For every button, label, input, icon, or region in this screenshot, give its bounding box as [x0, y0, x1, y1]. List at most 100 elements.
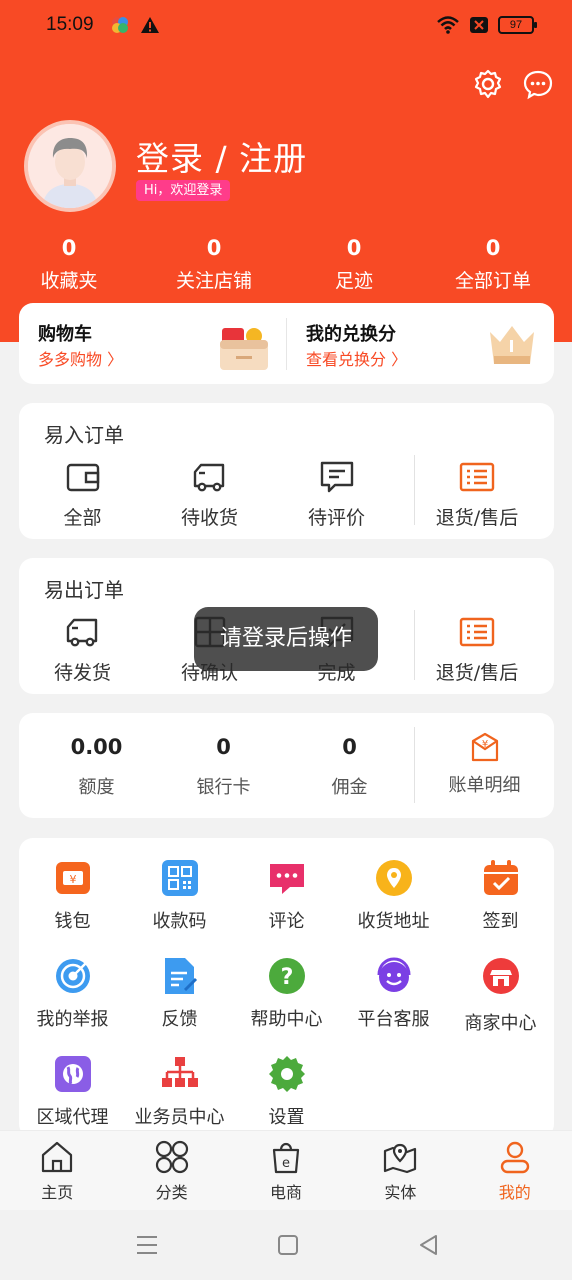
- cart-subtitle: 多多购物 〉: [38, 350, 124, 369]
- service-payment-code[interactable]: 收款码: [126, 856, 233, 954]
- battery-indicator: 97: [498, 16, 537, 34]
- globe-icon: [54, 1056, 91, 1092]
- order-pending-receipt[interactable]: 待收货: [146, 455, 273, 535]
- order-all[interactable]: 全部: [19, 455, 146, 535]
- stat-favorites[interactable]: 0 收藏夹: [0, 236, 138, 293]
- stat-footprints[interactable]: 0 足迹: [285, 236, 423, 293]
- tab-mine[interactable]: 我的: [458, 1131, 572, 1210]
- stat-label: 收藏夹: [40, 270, 98, 292]
- status-time: 15:09: [46, 14, 94, 35]
- service-label: 钱包: [54, 911, 91, 932]
- tab-category[interactable]: 分类: [114, 1131, 228, 1210]
- home-icon: [42, 1141, 73, 1173]
- stat-label: 全部订单: [454, 270, 531, 292]
- stat-value: 0: [346, 236, 362, 260]
- incoming-orders-card: 易入订单 全部 待收货 待评价 退货/售后: [19, 403, 554, 539]
- tab-label: 分类: [155, 1183, 188, 1202]
- order-label: 待评价: [307, 507, 365, 529]
- menu-icon[interactable]: [134, 1232, 160, 1258]
- tab-label: 电商: [269, 1183, 302, 1202]
- service-label: 设置: [268, 1107, 305, 1128]
- service-customer-service[interactable]: 平台客服: [340, 954, 447, 1052]
- stat-value: 0: [485, 236, 501, 260]
- wallet-commission[interactable]: 0 佣金: [286, 735, 413, 799]
- default-avatar-icon: [28, 124, 112, 208]
- no-sim-icon: [470, 17, 488, 33]
- tab-home[interactable]: 主页: [0, 1131, 114, 1210]
- points-subtitle: 查看兑换分 〉: [306, 350, 408, 369]
- service-feedback[interactable]: 反馈: [126, 954, 233, 1052]
- bill-details[interactable]: ¥ 账单明细: [415, 731, 554, 797]
- settings-gear-icon: [268, 1056, 305, 1092]
- login-required-toast: 请登录后操作: [194, 607, 378, 671]
- order-divider: [414, 455, 415, 525]
- wallet-summary-card: 0.00 额度 0 银行卡 0 佣金 ¥ 账单明细: [19, 713, 554, 818]
- wallet-label: 额度: [78, 777, 115, 798]
- order-pending-shipment[interactable]: 待发货: [19, 610, 146, 690]
- wallet-credit[interactable]: 0.00 额度: [33, 735, 160, 799]
- tab-ecommerce[interactable]: e 电商: [229, 1131, 343, 1210]
- wallet-outline-icon: [66, 463, 99, 492]
- tab-label: 实体: [384, 1183, 417, 1202]
- app-notification-icon: [112, 17, 128, 33]
- order-refund-aftersale[interactable]: 退货/售后: [400, 455, 554, 535]
- org-chart-icon: [161, 1057, 198, 1087]
- bill-label: 账单明细: [448, 775, 521, 796]
- service-label: 商家中心: [464, 1013, 537, 1034]
- user-profile-icon: [500, 1141, 529, 1174]
- wallet-value: 0: [216, 735, 231, 759]
- points-entry[interactable]: 我的兑换分 查看兑换分 〉: [287, 303, 554, 384]
- tab-label: 主页: [41, 1183, 74, 1202]
- order-pending-review[interactable]: 待评价: [273, 455, 400, 535]
- back-triangle-icon[interactable]: [416, 1232, 442, 1258]
- stat-value: 0: [61, 236, 77, 260]
- login-register-link[interactable]: 登录 / 注册: [136, 132, 307, 180]
- service-comments[interactable]: 评论: [233, 856, 340, 954]
- svg-text:¥: ¥: [69, 873, 76, 886]
- section-title: 易入订单: [44, 423, 124, 447]
- service-my-reports[interactable]: 我的举报: [19, 954, 126, 1052]
- points-title: 我的兑换分: [306, 324, 396, 345]
- shopping-cart-entry[interactable]: 购物车 多多购物 〉: [19, 303, 286, 384]
- avatar[interactable]: [24, 120, 116, 212]
- target-icon: [55, 959, 90, 993]
- wallet-icon: ¥: [55, 862, 90, 894]
- svg-text:?: ?: [280, 965, 293, 990]
- order-label: 待收货: [180, 507, 238, 529]
- stat-followed-shops[interactable]: 0 关注店铺: [145, 236, 283, 293]
- tab-label: 我的: [498, 1183, 531, 1202]
- service-wallet[interactable]: ¥ 钱包: [19, 856, 126, 954]
- wallet-bank-card[interactable]: 0 银行卡: [160, 735, 287, 799]
- calendar-check-icon: [483, 860, 518, 895]
- service-label: 业务员中心: [134, 1107, 225, 1128]
- crown-icon: [490, 326, 534, 364]
- store-icon: [482, 958, 519, 994]
- services-card: ¥ 钱包 收款码 评论 收货地址 签到 我的举报 反馈 ? 帮助中心 平台客服 …: [19, 838, 554, 1138]
- wallet-label: 银行卡: [196, 777, 251, 798]
- settings-gear-icon[interactable]: [472, 68, 504, 100]
- service-label: 签到: [482, 911, 519, 932]
- qr-code-icon: [161, 860, 198, 896]
- wallet-label: 佣金: [331, 777, 368, 798]
- truck-icon: [66, 618, 97, 647]
- stat-label: 足迹: [334, 270, 373, 292]
- location-pin-icon: [375, 860, 412, 896]
- service-help-center[interactable]: ? 帮助中心: [233, 954, 340, 1052]
- service-merchant-center[interactable]: 商家中心: [447, 954, 554, 1052]
- service-checkin[interactable]: 签到: [447, 856, 554, 954]
- comment-icon: [269, 864, 304, 894]
- shopping-bag-icon: e: [272, 1142, 300, 1174]
- home-square-icon[interactable]: [275, 1232, 301, 1258]
- svg-text:e: e: [282, 1156, 290, 1171]
- message-bubble-icon[interactable]: [522, 68, 554, 100]
- order-refund-aftersale[interactable]: 退货/售后: [400, 610, 554, 690]
- service-address[interactable]: 收货地址: [340, 856, 447, 954]
- order-label: 待发货: [53, 662, 111, 684]
- tab-physical-store[interactable]: 实体: [343, 1131, 457, 1210]
- welcome-badge: Hi，欢迎登录: [136, 180, 231, 201]
- service-label: 收款码: [152, 911, 207, 932]
- truck-icon: [193, 463, 224, 492]
- map-pin-icon: [384, 1143, 417, 1174]
- wallet-value: 0: [342, 735, 357, 759]
- stat-all-orders[interactable]: 0 全部订单: [424, 236, 562, 293]
